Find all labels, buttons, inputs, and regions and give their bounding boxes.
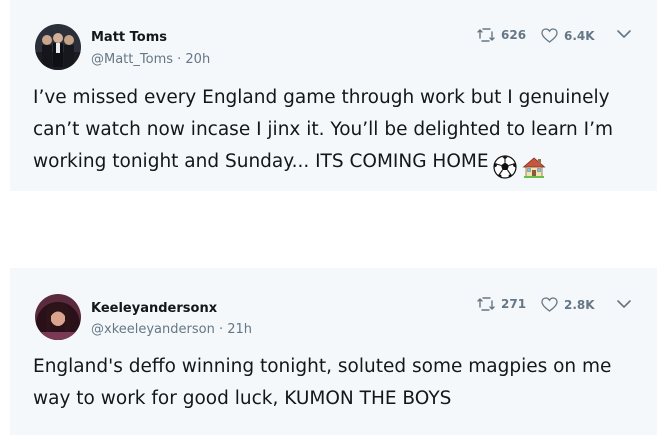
retweet-button[interactable]: 626 xyxy=(477,28,526,42)
handle-timestamp[interactable]: @xkeeleyanderson · 21h xyxy=(91,322,252,337)
like-count: 6.4K xyxy=(564,28,595,43)
tweet-text: England's deffo winning tonight, soluted… xyxy=(33,351,633,415)
more-options-button[interactable] xyxy=(617,30,631,39)
like-button[interactable]: 2.8K xyxy=(541,297,595,312)
tweet-card[interactable]: Keeleyandersonx @xkeeleyanderson · 21h 2… xyxy=(10,268,657,435)
chevron-down-icon xyxy=(617,30,631,38)
emoji-group xyxy=(492,151,547,183)
chevron-down-icon xyxy=(617,300,631,308)
retweet-icon xyxy=(477,297,495,311)
avatar[interactable] xyxy=(35,294,81,340)
author-name[interactable]: Keeleyandersonx xyxy=(91,301,217,316)
author-name[interactable]: Matt Toms xyxy=(91,30,167,45)
tweet-text-line: way to work for good luck, KUMON THE BOY… xyxy=(33,388,452,409)
like-button[interactable]: 6.4K xyxy=(541,28,595,43)
avatar[interactable] xyxy=(35,24,81,70)
retweet-count: 271 xyxy=(501,297,527,311)
more-options-button[interactable] xyxy=(617,300,631,309)
tweet-text-segment: working tonight and Sunday... ITS COMING… xyxy=(33,151,489,172)
handle-timestamp[interactable]: @Matt_Toms · 20h xyxy=(91,52,210,67)
tweet-text-line: England's deffo winning tonight, soluted… xyxy=(33,356,612,377)
tweet-card[interactable]: Matt Toms @Matt_Toms · 20h 626 6.4K I’ve… xyxy=(10,0,657,191)
like-count: 2.8K xyxy=(564,297,595,312)
tweet-text-line: I’ve missed every England game through w… xyxy=(33,87,610,108)
retweet-button[interactable]: 271 xyxy=(477,297,526,311)
tweet-text: I’ve missed every England game through w… xyxy=(33,82,633,183)
heart-icon xyxy=(541,297,558,312)
heart-icon xyxy=(541,28,558,43)
soccer-ball-icon xyxy=(492,155,517,179)
tweet-text-line: can’t watch now incase I jinx it. You’ll… xyxy=(33,119,614,140)
house-icon xyxy=(522,157,547,178)
retweet-icon xyxy=(477,28,495,42)
retweet-count: 626 xyxy=(501,28,527,42)
tweet-text-line: working tonight and Sunday... ITS COMING… xyxy=(33,146,633,183)
